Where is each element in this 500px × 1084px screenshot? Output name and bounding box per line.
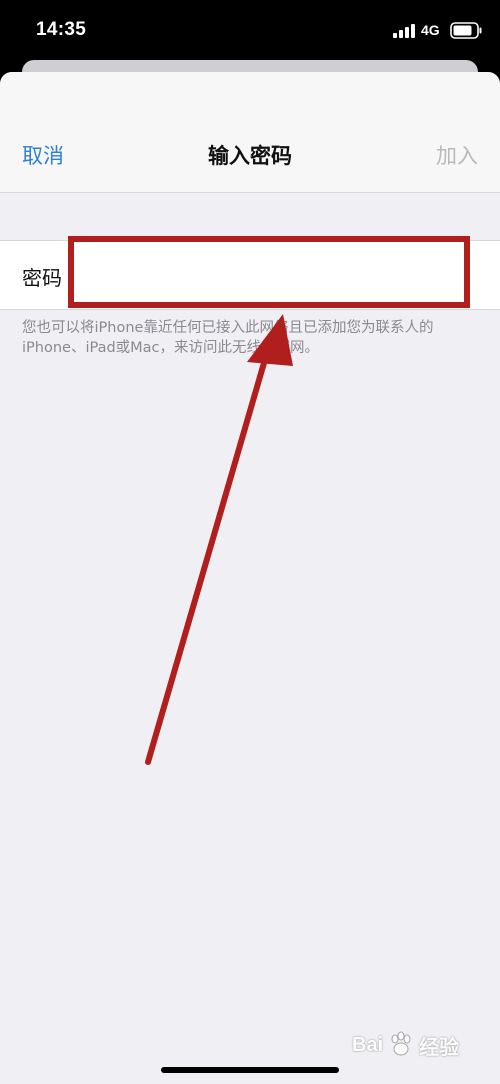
network-type: 4G bbox=[421, 22, 440, 38]
status-bar: 14:35 4G bbox=[0, 0, 500, 66]
nav-bar: 取消 输入密码 加入 bbox=[0, 72, 500, 193]
page-title: 输入密码 bbox=[208, 144, 292, 168]
paw-icon bbox=[391, 1031, 411, 1056]
battery-icon bbox=[450, 22, 482, 39]
signal-icon bbox=[393, 24, 415, 38]
status-time: 14:35 bbox=[36, 19, 87, 40]
home-indicator[interactable] bbox=[161, 1067, 339, 1073]
footer-note: 您也可以将iPhone靠近任何已接入此网络且已添加您为联系人的iPhone、iP… bbox=[22, 320, 434, 356]
watermark-brand: Bai bbox=[352, 1033, 384, 1056]
password-sheet: 取消 输入密码 加入 密码 您也可以将iPhone靠近任何已接入此网络且已添加您… bbox=[0, 72, 500, 1084]
join-button[interactable]: 加入 bbox=[436, 140, 478, 170]
watermark: Bai 经验 bbox=[352, 1025, 482, 1065]
watermark-suffix: 经验 bbox=[419, 1036, 460, 1059]
password-row[interactable]: 密码 bbox=[0, 240, 500, 310]
password-label: 密码 bbox=[22, 266, 62, 290]
password-input[interactable] bbox=[80, 251, 476, 299]
